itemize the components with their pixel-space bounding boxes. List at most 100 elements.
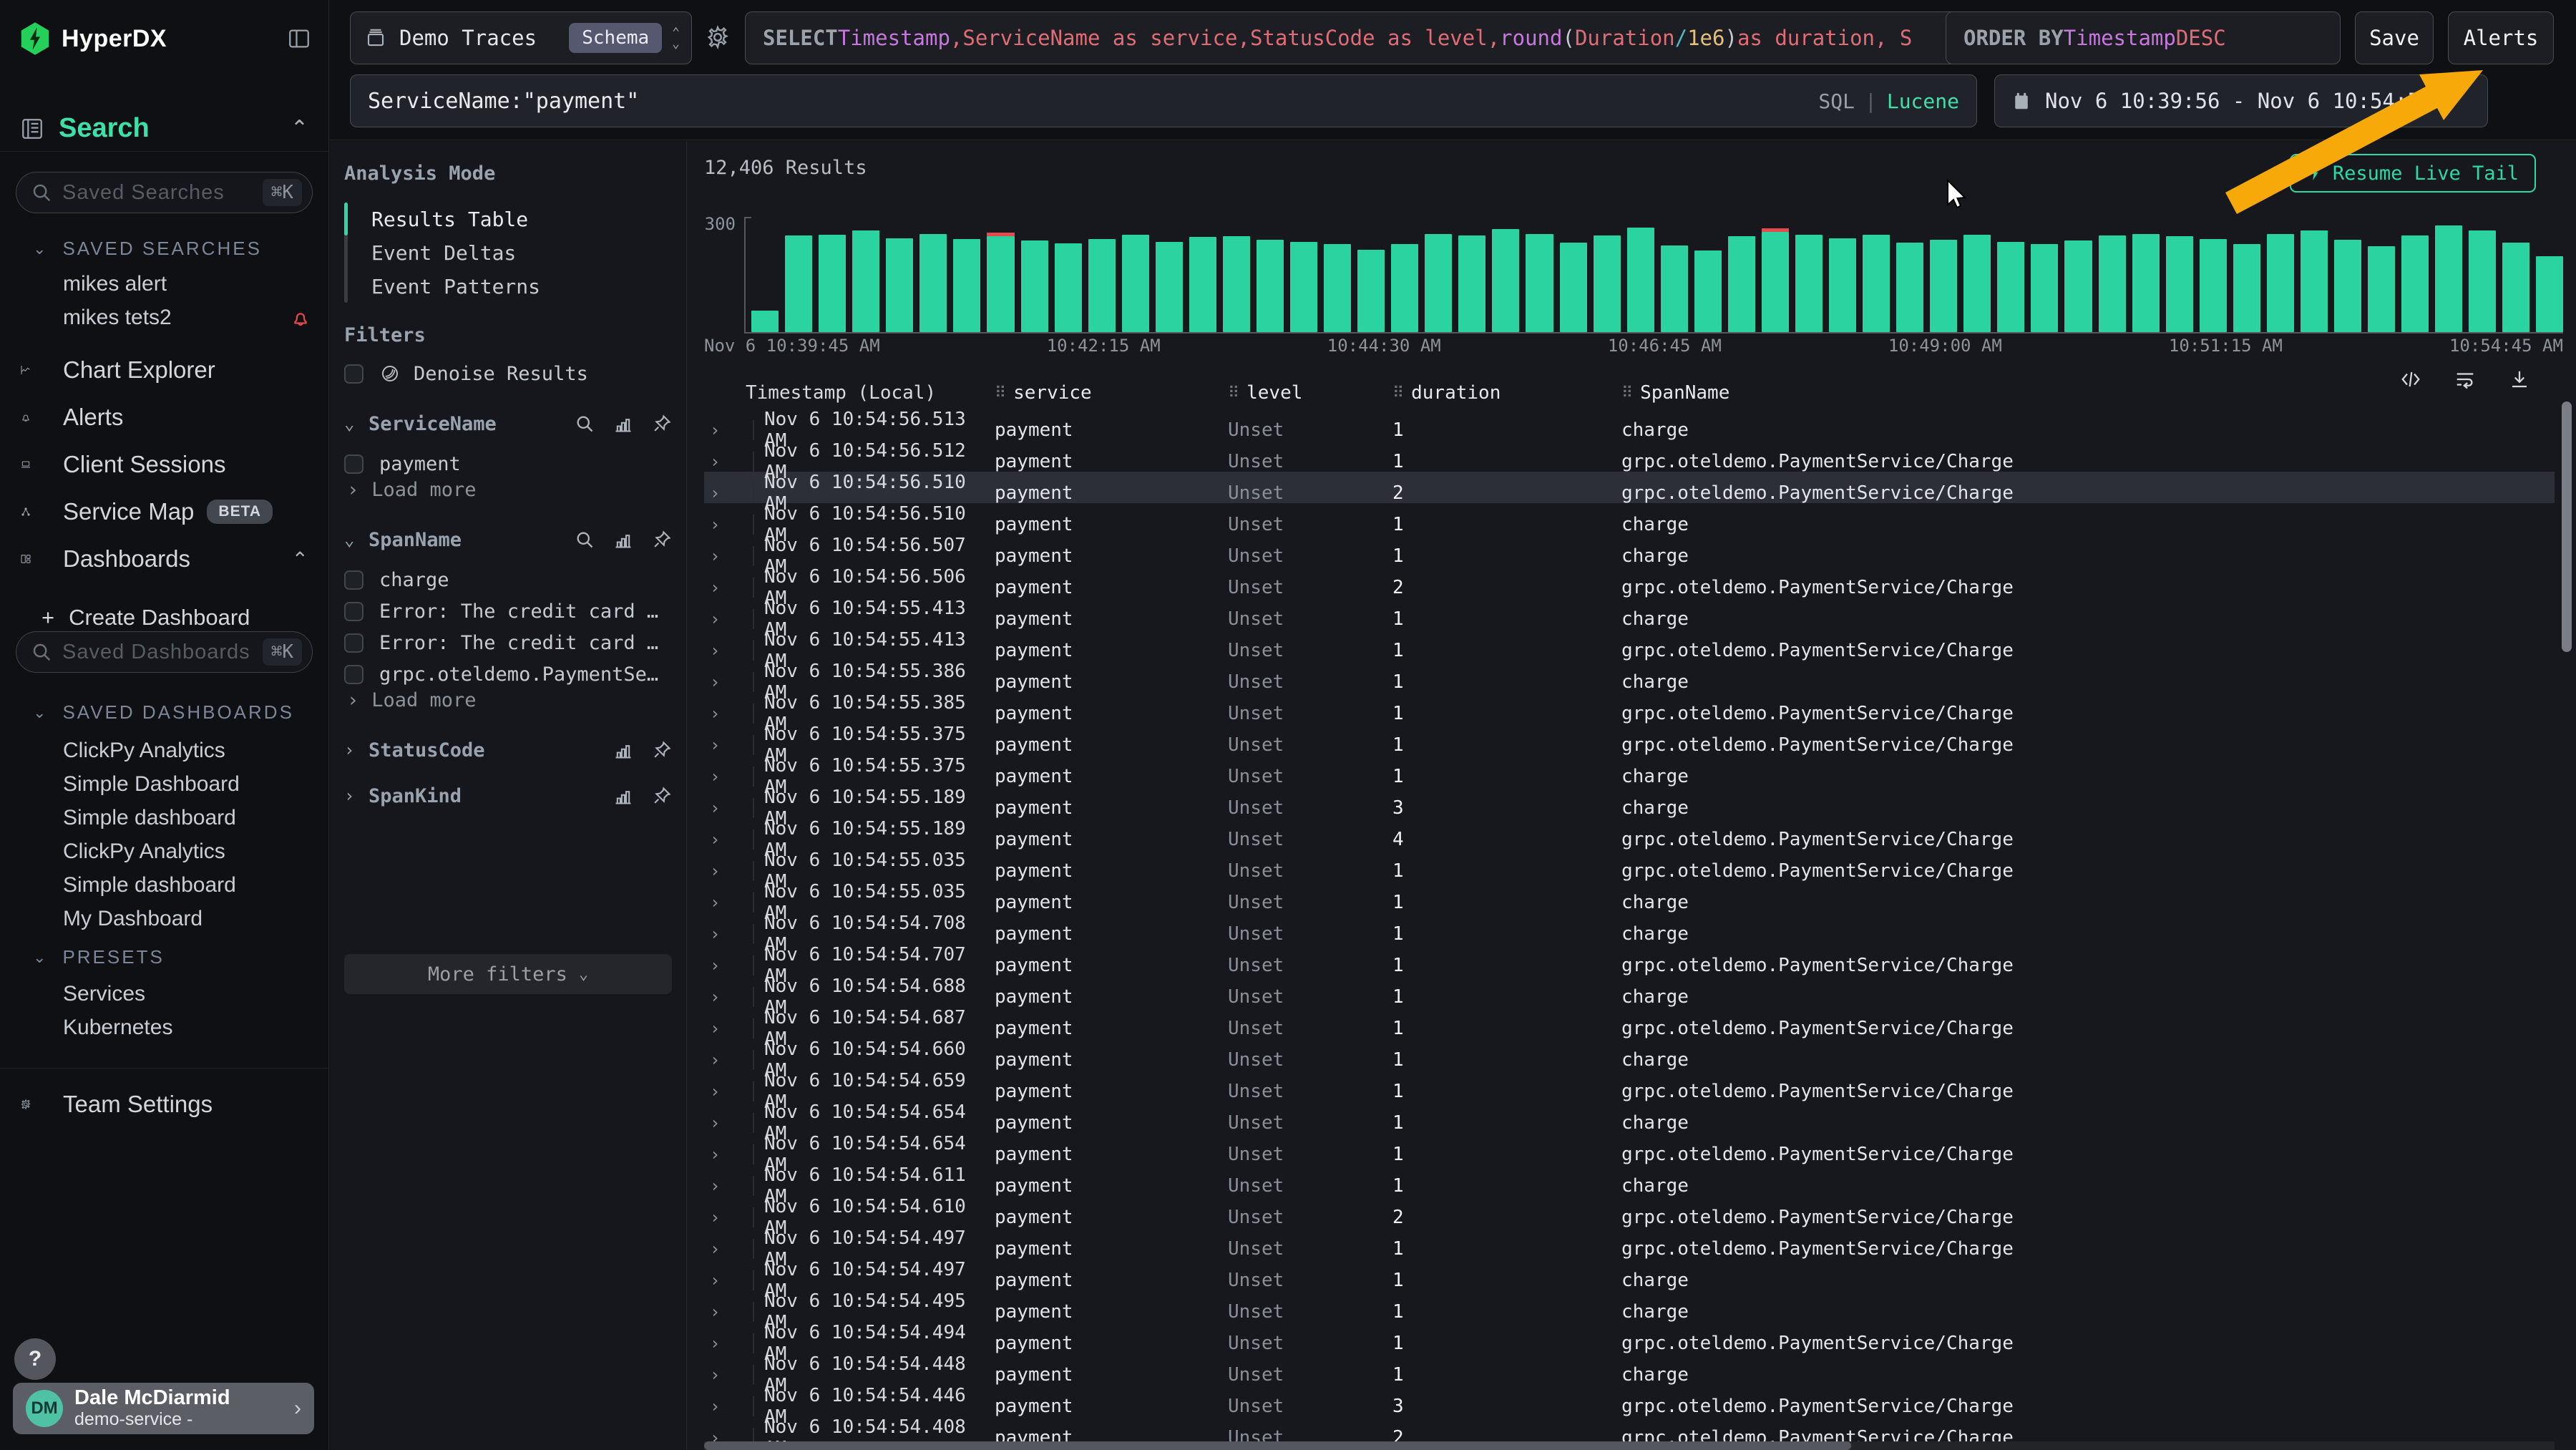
expand-row-chevron-icon[interactable]: › — [704, 1176, 754, 1196]
histogram-bar[interactable] — [1627, 228, 1654, 332]
table-row[interactable]: ›Nov 6 10:54:56.513 AMpaymentUnset1charg… — [704, 409, 2555, 440]
column-header-timestamp-local-[interactable]: Timestamp (Local) — [704, 382, 995, 404]
histogram-bar[interactable] — [1526, 234, 1553, 332]
checkbox[interactable] — [344, 364, 364, 384]
histogram-bar[interactable] — [987, 236, 1014, 332]
expand-row-chevron-icon[interactable]: › — [704, 1081, 754, 1101]
dashboard-item[interactable]: ClickPy Analytics — [63, 734, 311, 767]
histogram-bar[interactable] — [1425, 234, 1452, 332]
expand-row-chevron-icon[interactable]: › — [704, 1333, 754, 1353]
results-histogram[interactable]: 300 Nov 6 10:39:45 AM10:42:15 AM10:44:30… — [704, 213, 2563, 356]
histogram-bar[interactable] — [1223, 236, 1250, 332]
filter-group-statuscode[interactable]: ›StatusCode — [344, 734, 672, 767]
filter-value-row[interactable]: payment — [344, 447, 672, 480]
histogram-bar[interactable] — [2334, 240, 2361, 332]
table-row[interactable]: ›Nov 6 10:54:56.510 AMpaymentUnset1charg… — [704, 503, 2555, 535]
histogram-bar[interactable] — [1458, 235, 1485, 332]
bar-chart-icon[interactable] — [613, 414, 633, 434]
sidebar-item-search[interactable]: Search ⌃ — [0, 106, 328, 152]
table-row[interactable]: ›Nov 6 10:54:55.375 AMpaymentUnset1grpc.… — [704, 724, 2555, 755]
expand-row-chevron-icon[interactable]: › — [704, 829, 754, 850]
lucene-toggle[interactable]: Lucene — [1887, 89, 1959, 113]
filter-value-row[interactable]: grpc.oteldemo.PaymentSe… — [344, 658, 672, 691]
histogram-bar[interactable] — [2267, 234, 2294, 332]
expand-row-chevron-icon[interactable]: › — [704, 924, 754, 944]
saved-search-item[interactable]: mikes tets2 — [63, 301, 311, 334]
table-row[interactable]: ›Nov 6 10:54:54.688 AMpaymentUnset1charg… — [704, 975, 2555, 1007]
table-row[interactable]: ›Nov 6 10:54:55.035 AMpaymentUnset1grpc.… — [704, 850, 2555, 881]
saved-search-item[interactable]: mikes alert — [63, 268, 311, 301]
expand-row-chevron-icon[interactable]: › — [704, 1365, 754, 1385]
saved-dashboards-section[interactable]: ⌄ SAVED DASHBOARDS — [33, 701, 294, 724]
user-menu[interactable]: DM Dale McDiarmid demo-service - › — [13, 1383, 314, 1434]
expand-row-chevron-icon[interactable]: › — [704, 1207, 754, 1227]
sql-toggle[interactable]: SQL — [1818, 89, 1855, 113]
histogram-bar[interactable] — [1728, 236, 1755, 332]
expand-row-chevron-icon[interactable]: › — [704, 955, 754, 975]
histogram-bar[interactable] — [1189, 237, 1216, 332]
dashboard-item[interactable]: Simple Dashboard — [63, 768, 311, 801]
expand-row-chevron-icon[interactable]: › — [704, 578, 754, 598]
table-row[interactable]: ›Nov 6 10:54:55.386 AMpaymentUnset1charg… — [704, 661, 2555, 692]
expand-row-chevron-icon[interactable]: › — [704, 672, 754, 692]
vertical-scrollbar[interactable] — [2562, 402, 2572, 652]
source-settings-gear-icon[interactable] — [705, 24, 731, 50]
table-row[interactable]: ›Nov 6 10:54:55.375 AMpaymentUnset1charg… — [704, 755, 2555, 787]
histogram-bar[interactable] — [2368, 246, 2395, 332]
histogram-bar[interactable] — [751, 311, 779, 332]
bar-chart-icon[interactable] — [613, 786, 633, 806]
histogram-bar[interactable] — [819, 235, 846, 332]
horizontal-scrollbar[interactable] — [704, 1441, 2555, 1450]
filter-group-servicename[interactable]: ⌄ServiceName — [344, 407, 672, 440]
table-row[interactable]: ›Nov 6 10:54:55.385 AMpaymentUnset1grpc.… — [704, 692, 2555, 724]
filter-group-spanname[interactable]: ⌄SpanName — [344, 523, 672, 556]
sidebar-item-service-map[interactable]: Service Map BETA — [0, 490, 328, 534]
filter-group-spankind[interactable]: ›SpanKind — [344, 779, 672, 812]
table-row[interactable]: ›Nov 6 10:54:54.446 AMpaymentUnset3grpc.… — [704, 1385, 2555, 1416]
histogram-bar[interactable] — [1492, 229, 1519, 332]
resume-live-tail-button[interactable]: Resume Live Tail — [2290, 154, 2536, 193]
histogram-bar[interactable] — [1257, 240, 1284, 332]
table-row[interactable]: ›Nov 6 10:54:54.660 AMpaymentUnset1charg… — [704, 1038, 2555, 1070]
preset-item[interactable]: Services — [63, 978, 311, 1011]
chevron-up-icon[interactable]: ⌃ — [291, 116, 308, 141]
expand-row-chevron-icon[interactable]: › — [704, 420, 754, 440]
histogram-bar[interactable] — [1930, 240, 1957, 332]
checkbox[interactable] — [344, 633, 364, 653]
table-row[interactable]: ›Nov 6 10:54:55.189 AMpaymentUnset3charg… — [704, 787, 2555, 818]
histogram-bar[interactable] — [2166, 236, 2193, 332]
histogram-bar[interactable] — [1762, 232, 1789, 332]
histogram-bar[interactable] — [1963, 235, 1991, 332]
expand-row-chevron-icon[interactable]: › — [704, 483, 754, 503]
table-row[interactable]: ›Nov 6 10:54:56.507 AMpaymentUnset1charg… — [704, 535, 2555, 566]
table-row[interactable]: ›Nov 6 10:54:56.510 AMpaymentUnset2grpc.… — [704, 472, 2555, 503]
table-row[interactable]: ›Nov 6 10:54:54.707 AMpaymentUnset1grpc.… — [704, 944, 2555, 975]
sidebar-item-dashboards[interactable]: Dashboards ⌃ — [0, 537, 328, 581]
presets-section[interactable]: ⌄ PRESETS — [33, 946, 165, 968]
filter-value-row[interactable]: charge — [344, 563, 672, 596]
sidebar-item-client-sessions[interactable]: Client Sessions — [0, 442, 328, 487]
filter-value-row[interactable]: Error: The credit card … — [344, 626, 672, 659]
histogram-bar[interactable] — [1122, 235, 1149, 332]
expand-row-chevron-icon[interactable]: › — [704, 641, 754, 661]
histogram-bar[interactable] — [1357, 250, 1385, 332]
table-row[interactable]: ›Nov 6 10:54:54.448 AMpaymentUnset1charg… — [704, 1353, 2555, 1385]
table-row[interactable]: ›Nov 6 10:54:55.035 AMpaymentUnset1charg… — [704, 881, 2555, 913]
pin-icon[interactable] — [652, 786, 672, 806]
scrollbar-thumb[interactable] — [704, 1441, 1851, 1450]
table-row[interactable]: ›Nov 6 10:54:54.495 AMpaymentUnset1charg… — [704, 1290, 2555, 1322]
checkbox[interactable] — [344, 570, 364, 590]
histogram-bar[interactable] — [2132, 234, 2160, 332]
histogram-bar[interactable] — [2031, 244, 2058, 332]
filter-value-row[interactable]: Error: The credit card … — [344, 595, 672, 628]
load-more-button[interactable]: ›Load more — [347, 689, 477, 711]
table-row[interactable]: ›Nov 6 10:54:54.610 AMpaymentUnset2grpc.… — [704, 1196, 2555, 1227]
more-filters-button[interactable]: More filters⌄ — [344, 954, 672, 994]
expand-row-chevron-icon[interactable]: › — [704, 515, 754, 535]
histogram-bar[interactable] — [886, 238, 913, 332]
table-row[interactable]: ›Nov 6 10:54:54.497 AMpaymentUnset1grpc.… — [704, 1227, 2555, 1259]
histogram-bar[interactable] — [2064, 240, 2092, 332]
search-icon[interactable] — [575, 414, 595, 434]
dashboard-item[interactable]: Simple dashboard — [63, 869, 311, 902]
histogram-bar[interactable] — [1021, 240, 1048, 332]
